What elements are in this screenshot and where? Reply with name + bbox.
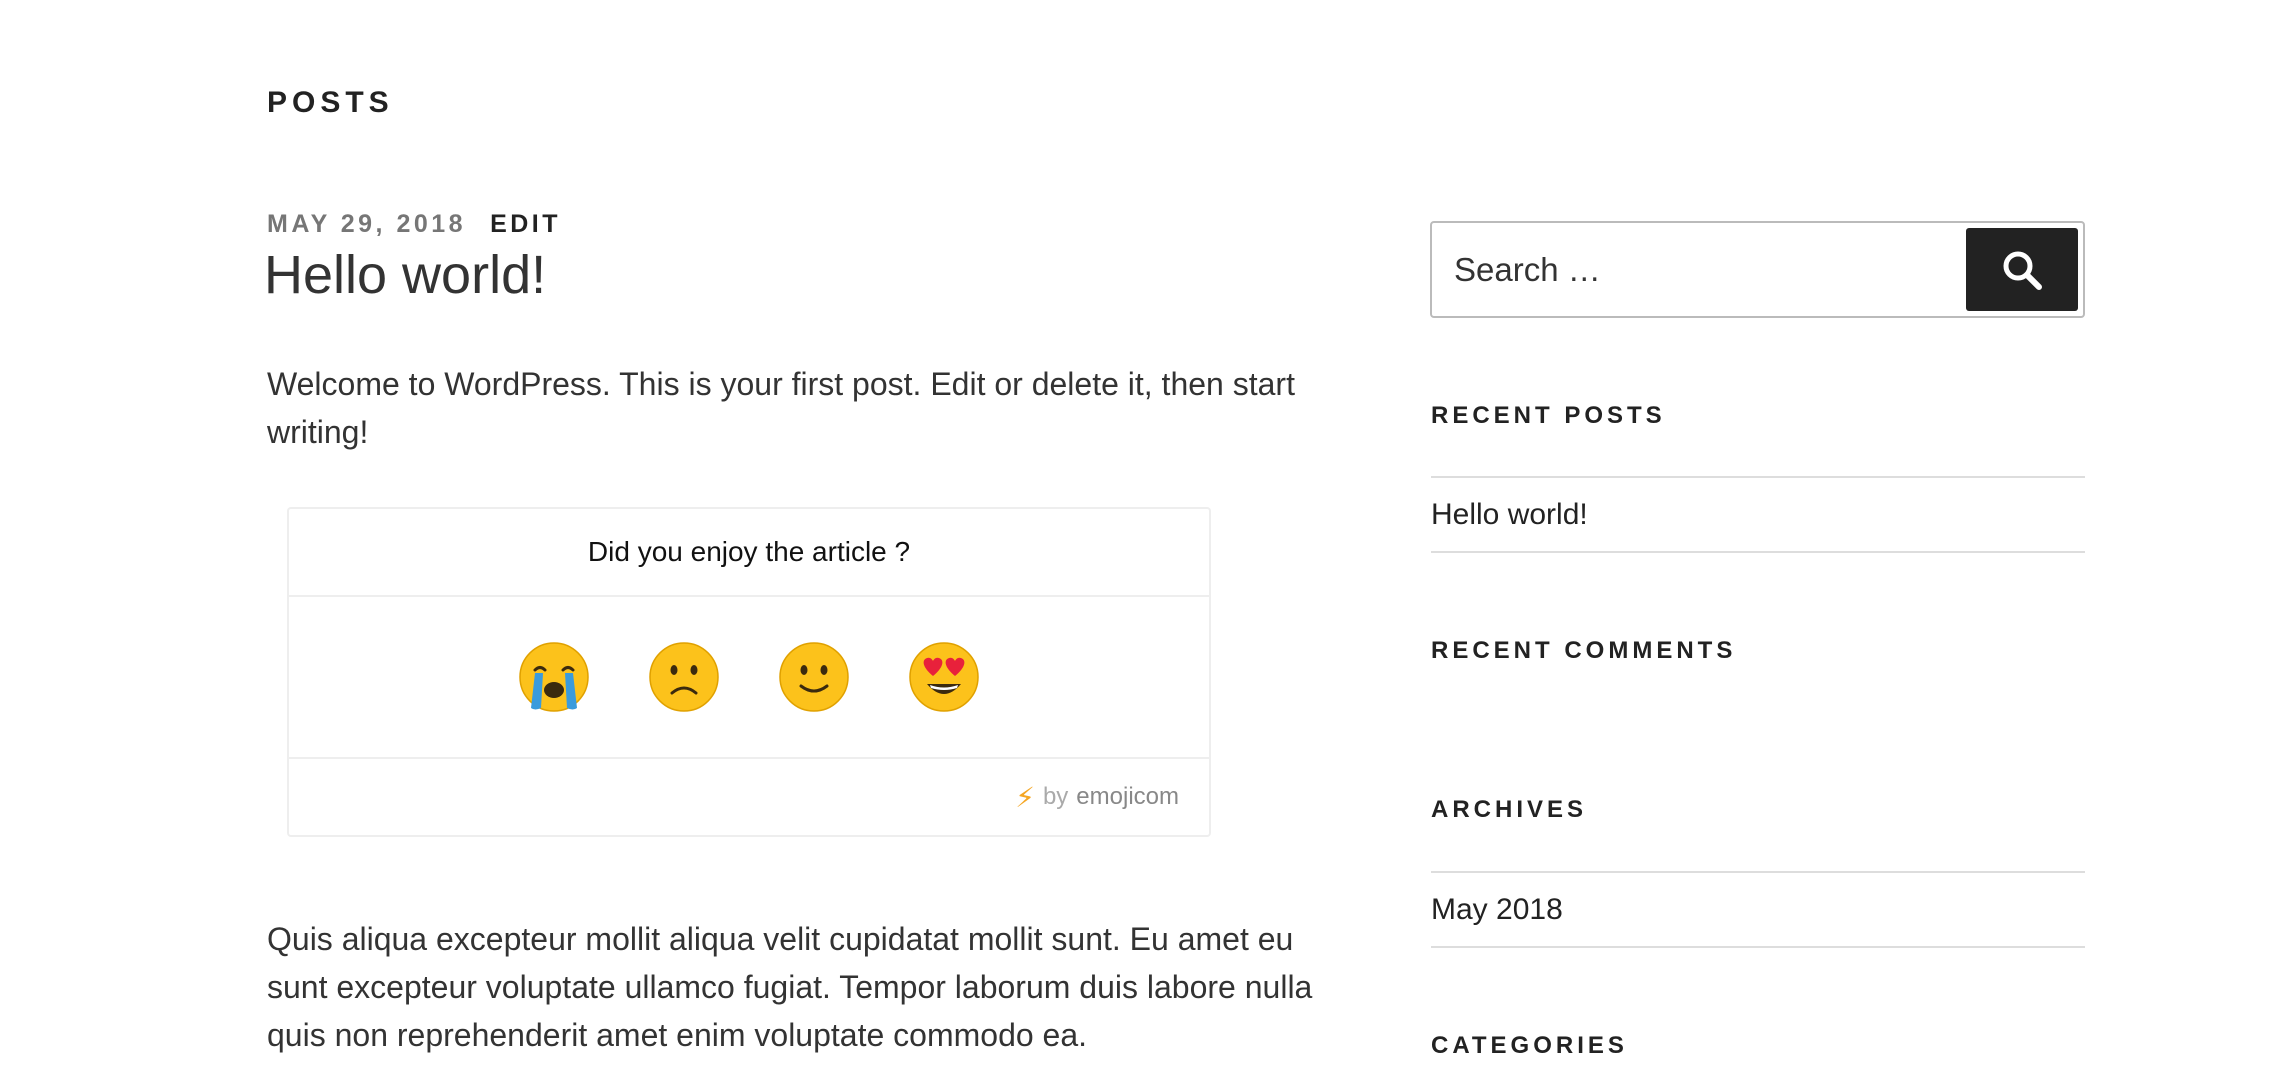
post-intro-text: Welcome to WordPress. This is your first… <box>267 366 1295 450</box>
recent-posts-title: RECENT POSTS <box>1431 402 1666 429</box>
archive-link[interactable]: May 2018 <box>1431 893 1563 927</box>
search-input[interactable] <box>1432 223 1966 316</box>
emoji-question: Did you enjoy the article ? <box>289 509 1209 597</box>
page: POSTS MAY 29, 2018 EDIT Hello world! Wel… <box>0 0 2276 1090</box>
post-date-link[interactable]: MAY 29, 2018 <box>267 210 466 239</box>
by-label: by <box>1042 783 1069 810</box>
heart-eyes-face-icon[interactable] <box>907 640 981 714</box>
categories-title: CATEGORIES <box>1431 1032 1628 1059</box>
recent-comments-title: RECENT COMMENTS <box>1431 637 1737 664</box>
emoji-reaction-row <box>289 597 1209 759</box>
archives-title: ARCHIVES <box>1431 796 1588 823</box>
search-button[interactable] <box>1966 228 2078 311</box>
list-item: May 2018 <box>1431 873 2085 948</box>
archives-list: May 2018 <box>1431 871 2085 948</box>
post-title: Hello world! <box>264 244 546 306</box>
search-form <box>1430 221 2085 318</box>
crying-face-icon[interactable] <box>517 640 591 714</box>
list-item: Hello world! <box>1431 478 2085 553</box>
emoji-widget-footer: ⚡ by emojicom <box>289 759 1209 835</box>
page-title: POSTS <box>267 86 394 119</box>
recent-post-link[interactable]: Hello world! <box>1431 498 1588 532</box>
emojicom-link[interactable]: emojicom <box>1076 783 1179 811</box>
search-icon <box>2003 251 2042 290</box>
edit-post-link[interactable]: EDIT <box>490 210 561 239</box>
lightning-bolt-icon: ⚡ <box>1015 781 1035 813</box>
post-title-link[interactable]: Hello world! <box>264 245 546 305</box>
recent-posts-list: Hello world! <box>1431 476 2085 553</box>
post-body-text: Quis aliqua excepteur mollit aliqua veli… <box>267 921 1313 1053</box>
frowning-face-icon[interactable] <box>647 640 721 714</box>
smiling-face-icon[interactable] <box>777 640 851 714</box>
post-meta: MAY 29, 2018 EDIT <box>267 210 561 239</box>
emoji-reaction-widget: Did you enjoy the article ? ⚡ by emojico… <box>287 507 1211 837</box>
